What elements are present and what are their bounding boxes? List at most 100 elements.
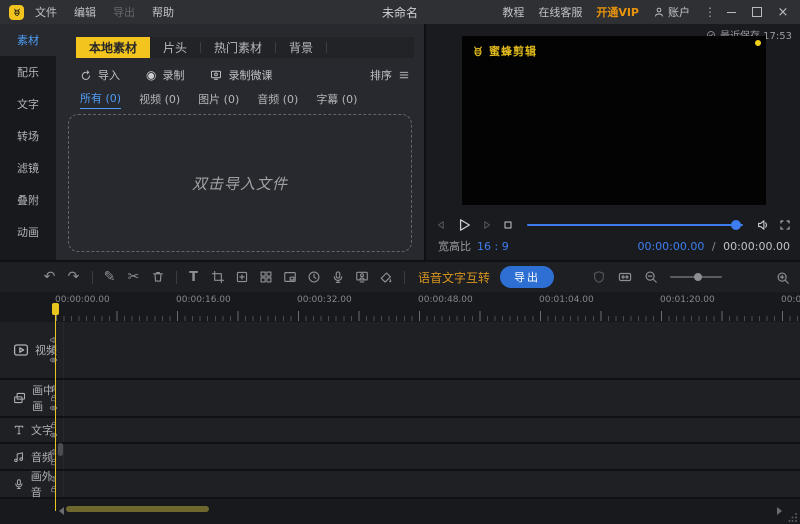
next-frame-icon[interactable] — [481, 219, 493, 231]
track-lane-audio[interactable] — [64, 444, 800, 469]
sidebar-item-transition[interactable]: 转场 — [0, 120, 56, 152]
hide-track-icon[interactable] — [49, 404, 58, 413]
sort-list-icon — [398, 69, 410, 81]
toolbar-separator — [92, 271, 93, 284]
hide-track-icon[interactable] — [49, 356, 58, 365]
account-label: 账户 — [668, 4, 690, 20]
record-screen-label: 录制微课 — [228, 67, 272, 83]
scroll-right-arrow-icon[interactable] — [777, 507, 782, 515]
edit-pencil-icon[interactable]: ✎ — [102, 270, 117, 284]
mosaic-paint-icon[interactable] — [378, 270, 393, 284]
seek-bar[interactable] — [527, 224, 743, 226]
previous-frame-icon[interactable] — [435, 219, 447, 231]
filter-audio[interactable]: 音频 (0) — [257, 91, 298, 107]
sort-button[interactable]: 排序 — [370, 67, 410, 83]
lock-track-icon[interactable] — [49, 394, 58, 403]
tab-local-media[interactable]: 本地素材 — [76, 37, 150, 58]
minimize-button[interactable] — [720, 5, 742, 20]
resize-grip-icon[interactable] — [788, 512, 798, 522]
shield-icon[interactable] — [592, 270, 606, 284]
lock-track-icon[interactable] — [49, 457, 58, 466]
scroll-left-arrow-icon[interactable] — [59, 507, 64, 515]
zoom-slider-knob[interactable] — [694, 273, 702, 281]
tab-background[interactable]: 背景 — [276, 37, 326, 58]
track-lane-voiceover[interactable] — [64, 471, 800, 497]
mute-track-icon[interactable] — [49, 475, 58, 484]
maximize-button[interactable] — [746, 5, 768, 20]
delete-trash-icon[interactable] — [150, 270, 165, 284]
seek-knob[interactable] — [731, 220, 741, 230]
text-tool-icon[interactable]: T — [186, 271, 201, 284]
video-track-icon — [13, 342, 29, 358]
lock-track-icon[interactable] — [49, 346, 58, 355]
mute-track-icon[interactable] — [49, 447, 58, 456]
filter-all[interactable]: 所有 (0) — [80, 90, 121, 109]
fit-timeline-icon[interactable] — [618, 270, 632, 284]
media-actions: 导入 ◉ 录制 录制微课 排序 — [80, 66, 410, 84]
sidebar-item-animation[interactable]: 动画 — [0, 216, 56, 248]
crop-icon[interactable] — [210, 270, 225, 284]
speech-text-convert-button[interactable]: 语音文字互转 — [418, 269, 490, 286]
vertical-scrollbar-thumb[interactable] — [58, 443, 63, 456]
undo-icon[interactable]: ↶ — [42, 270, 57, 284]
kebab-menu-icon[interactable]: ⋮ — [704, 5, 716, 19]
lock-track-icon[interactable] — [49, 421, 58, 430]
import-button[interactable]: 导入 — [80, 67, 120, 83]
menu-edit[interactable]: 编辑 — [74, 4, 96, 20]
redo-icon[interactable]: ↷ — [66, 270, 81, 284]
zoom-out-icon[interactable] — [644, 270, 658, 284]
cut-scissors-icon[interactable]: ✂ — [126, 270, 141, 284]
support-link[interactable]: 在线客服 — [538, 4, 582, 20]
menu-help[interactable]: 帮助 — [152, 4, 174, 20]
tab-intro[interactable]: 片头 — [150, 37, 200, 58]
sidebar-item-music[interactable]: 配乐 — [0, 56, 56, 88]
titlebar: 文件 编辑 导出 帮助 未命名 教程 在线客服 开通VIP 账户 ⋮ × — [0, 0, 800, 24]
sidebar-item-media[interactable]: 素材 — [0, 24, 56, 56]
close-button[interactable]: × — [772, 5, 794, 20]
volume-icon[interactable] — [756, 218, 770, 232]
mute-track-icon[interactable] — [49, 384, 58, 393]
track-toggles — [49, 447, 58, 466]
sidebar-item-overlay[interactable]: 叠附 — [0, 184, 56, 216]
menu-file[interactable]: 文件 — [35, 4, 57, 20]
sidebar-item-filter[interactable]: 滤镜 — [0, 152, 56, 184]
toolbar-separator — [176, 271, 177, 284]
lock-track-icon[interactable] — [49, 485, 58, 494]
record-screen-button[interactable]: 录制微课 — [210, 67, 272, 83]
filter-video[interactable]: 视频 (0) — [139, 91, 180, 107]
tutorial-link[interactable]: 教程 — [502, 4, 524, 20]
track-lane-text[interactable] — [64, 418, 800, 442]
zoom-in-icon[interactable] — [776, 271, 790, 285]
fullscreen-icon[interactable] — [779, 219, 791, 231]
import-dropzone[interactable]: 双击导入文件 — [68, 114, 412, 252]
track-lane-video[interactable] — [64, 322, 800, 378]
sidebar-item-text[interactable]: 文字 — [0, 88, 56, 120]
split-screen-icon[interactable] — [258, 270, 273, 284]
ruler-label: 00:00:32.00 — [297, 295, 352, 305]
mute-track-icon[interactable] — [49, 336, 58, 345]
duration-clock-icon[interactable] — [306, 270, 321, 284]
zoom-frame-icon[interactable] — [234, 270, 249, 284]
voiceover-mic-icon[interactable] — [330, 270, 345, 284]
ruler-label: 00:01:04.00 — [539, 295, 594, 305]
timeline-zoom-slider[interactable] — [670, 276, 722, 278]
stop-icon[interactable] — [502, 219, 514, 231]
tracks: 视频 画中画 — [0, 322, 800, 499]
account-button[interactable]: 账户 — [653, 4, 690, 20]
play-icon[interactable] — [456, 217, 472, 233]
track-lane-pip[interactable] — [64, 380, 800, 416]
record-button[interactable]: ◉ 录制 — [146, 67, 184, 83]
ruler-label: 00:00:48.00 — [418, 295, 473, 305]
export-button[interactable]: 导出 — [500, 266, 554, 288]
aspect-ratio-value[interactable]: 16 : 9 — [477, 240, 509, 253]
filter-subtitle[interactable]: 字幕 (0) — [316, 91, 357, 107]
toolbar-right — [592, 268, 790, 287]
vip-link[interactable]: 开通VIP — [596, 4, 639, 20]
filter-image[interactable]: 图片 (0) — [198, 91, 239, 107]
presenter-icon[interactable] — [354, 270, 369, 284]
tab-hot-media[interactable]: 热门素材 — [201, 37, 275, 58]
pip-icon[interactable] — [282, 270, 297, 284]
ruler-label: 00:00:00.00 — [55, 295, 110, 305]
horizontal-scrollbar-thumb[interactable] — [66, 506, 209, 512]
hide-track-icon[interactable] — [49, 431, 58, 440]
